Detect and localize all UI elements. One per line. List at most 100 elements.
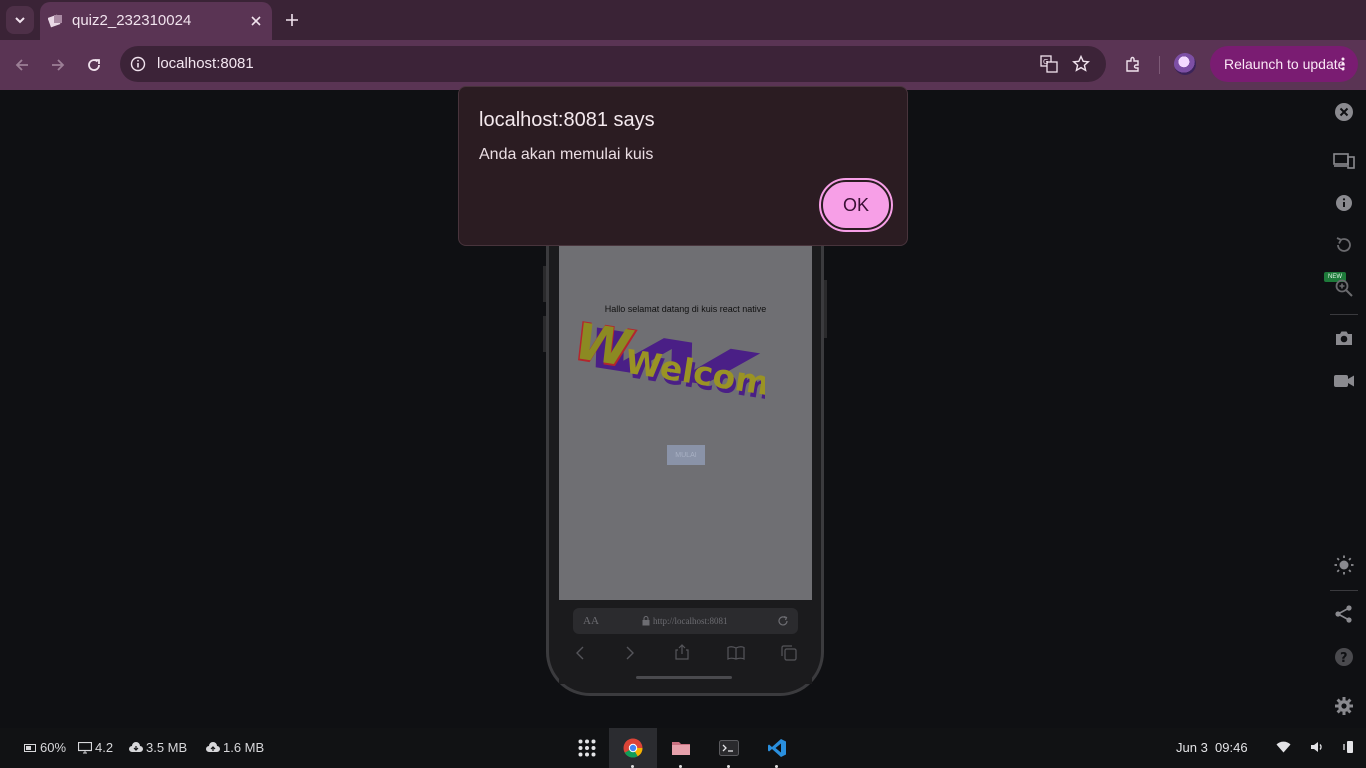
reload-icon[interactable] — [777, 615, 789, 627]
home-indicator — [636, 676, 732, 679]
gear-icon — [1335, 697, 1353, 715]
svg-text:?: ? — [1340, 651, 1348, 666]
lock-icon — [642, 616, 650, 626]
battery-icon — [24, 743, 36, 752]
mobile-url-text: http://localhost:8081 — [653, 616, 728, 626]
mobile-tabs-icon[interactable] — [781, 645, 797, 661]
mobile-url-bar[interactable]: AA http://localhost:8081 — [573, 608, 798, 634]
taskbar-chrome[interactable] — [609, 728, 657, 768]
address-bar[interactable]: localhost:8081 G — [120, 46, 1106, 82]
site-info-icon[interactable] — [130, 56, 146, 72]
relaunch-label: Relaunch to update — [1224, 56, 1346, 72]
clock[interactable]: Jun 3 09:46 — [1176, 740, 1248, 755]
welcome-message: Hallo selamat datang di kuis react nativ… — [604, 304, 767, 314]
tab-title: quiz2_232310024 — [72, 12, 192, 29]
mobile-browser-bar: AA http://localhost:8081 — [559, 600, 812, 684]
mobile-forward-icon[interactable] — [625, 646, 635, 660]
devices-icon — [1333, 153, 1355, 169]
cloud-upload-icon — [206, 742, 220, 752]
device-toggle-button[interactable] — [1333, 150, 1355, 172]
taskbar-vscode[interactable] — [753, 728, 801, 768]
help-icon: ? — [1335, 648, 1353, 666]
download-value: 3.5 MB — [146, 740, 188, 755]
cloud-download-icon — [129, 742, 143, 752]
new-tab-button[interactable] — [282, 10, 302, 30]
upload-value: 1.6 MB — [223, 740, 265, 755]
camera-icon — [1336, 331, 1352, 345]
kebab-menu-icon — [1341, 57, 1345, 71]
grid-apps-icon — [578, 739, 596, 757]
screenshot-button[interactable] — [1333, 327, 1355, 349]
close-circle-icon — [1335, 103, 1353, 121]
dialog-title: localhost:8081 says — [479, 109, 655, 131]
help-button[interactable]: ? — [1333, 646, 1355, 668]
arrow-right-icon — [52, 59, 65, 71]
app-screen: Hallo selamat datang di kuis react nativ… — [559, 246, 812, 600]
load-value: 4.2 — [95, 740, 114, 755]
tab-close-button[interactable] — [246, 11, 266, 31]
plus-icon — [286, 14, 298, 26]
toolbar-divider — [1159, 56, 1160, 74]
upload-stat: 1.6 MB — [206, 740, 264, 755]
dialog-message: Anda akan memulai kuis — [479, 146, 654, 163]
ok-button[interactable]: OK — [819, 178, 893, 232]
download-stat: 3.5 MB — [129, 740, 187, 755]
sun-icon — [1334, 555, 1354, 575]
chevron-down-icon — [15, 17, 25, 24]
taskbar-files[interactable] — [657, 728, 705, 768]
mobile-back-icon[interactable] — [575, 646, 585, 660]
puzzle-icon — [1126, 56, 1139, 72]
wifi-icon[interactable] — [1276, 741, 1291, 753]
zoom-button[interactable] — [1333, 277, 1355, 299]
battery-value: 60% — [40, 740, 67, 755]
terminal-icon — [719, 740, 739, 756]
bookmark-star-icon[interactable] — [1072, 55, 1090, 73]
start-quiz-button[interactable]: MULAI — [667, 445, 705, 465]
reload-icon — [88, 59, 100, 71]
settings-button[interactable] — [1333, 695, 1355, 717]
rail-divider — [1330, 590, 1358, 591]
rotate-icon — [1336, 237, 1351, 252]
clock-date: Jun 3 — [1176, 740, 1208, 755]
close-devtools-button[interactable] — [1333, 101, 1355, 123]
theme-toggle-button[interactable] — [1333, 554, 1355, 576]
url-text: localhost:8081 — [157, 55, 254, 72]
info-icon — [1336, 195, 1352, 211]
mobile-share-icon[interactable] — [675, 644, 689, 660]
react-favicon-icon — [48, 14, 62, 28]
profile-avatar[interactable] — [1174, 53, 1196, 75]
zoom-icon — [1335, 279, 1353, 297]
load-stat: 4.2 — [78, 740, 113, 755]
video-camera-icon — [1334, 375, 1354, 387]
share-button[interactable] — [1333, 603, 1355, 625]
translate-icon[interactable]: G — [1040, 55, 1058, 73]
rotate-button[interactable] — [1333, 234, 1355, 256]
chrome-icon — [623, 738, 643, 758]
active-tab[interactable]: quiz2_232310024 — [40, 2, 272, 40]
mobile-bookmarks-icon[interactable] — [727, 646, 745, 660]
clock-time: 09:46 — [1215, 740, 1248, 755]
power-battery-icon[interactable] — [1342, 740, 1356, 754]
rail-divider — [1330, 314, 1358, 315]
tab-search-button[interactable] — [6, 6, 34, 34]
battery-stat: 60% — [24, 740, 66, 755]
volume-icon[interactable] — [1310, 741, 1324, 753]
arrow-left-icon — [15, 59, 28, 71]
phone-side-button — [824, 280, 827, 338]
close-icon — [251, 16, 261, 26]
taskbar-terminal[interactable] — [705, 728, 753, 768]
back-button[interactable] — [8, 51, 36, 79]
welcome-art-image: W W W Welcome Welcome — [569, 316, 765, 411]
app-launcher-button[interactable] — [563, 728, 611, 768]
forward-button[interactable] — [44, 51, 72, 79]
tab-strip: quiz2_232310024 — [0, 0, 1366, 40]
relaunch-to-update-button[interactable]: Relaunch to update — [1210, 46, 1358, 82]
extensions-button[interactable] — [1119, 51, 1147, 79]
reload-button[interactable] — [80, 51, 108, 79]
monitor-icon — [78, 741, 92, 753]
browser-toolbar: localhost:8081 G Relaunch to update — [0, 40, 1366, 90]
svg-text:G: G — [1043, 58, 1048, 66]
info-button[interactable] — [1333, 192, 1355, 214]
reader-aa-label[interactable]: AA — [583, 615, 599, 627]
record-button[interactable] — [1333, 370, 1355, 392]
